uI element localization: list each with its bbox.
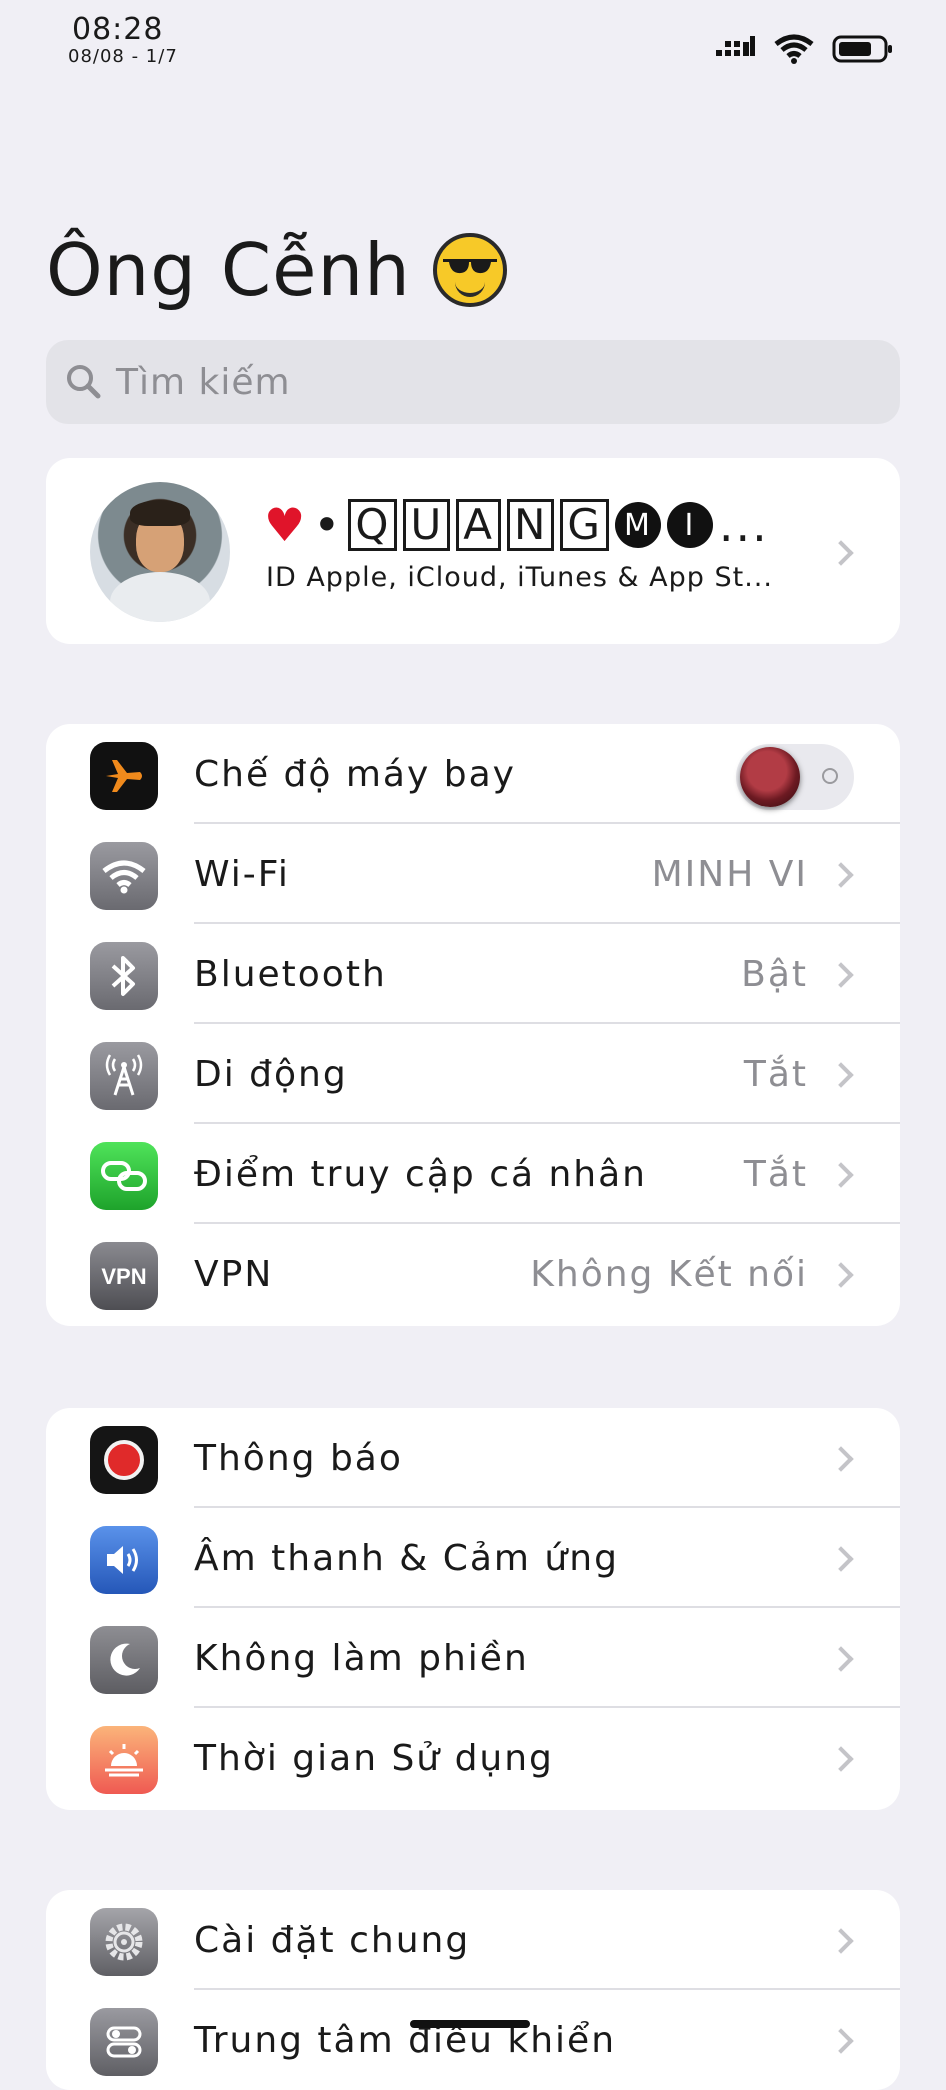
notifications-icon xyxy=(90,1426,158,1494)
page-title-text: Ông Cễnh xyxy=(46,228,411,312)
avatar xyxy=(90,482,230,622)
vpn-icon: VPN xyxy=(90,1242,158,1310)
status-bar: 08:28 08/08 - 1/7 xyxy=(0,0,946,80)
profile-subtitle: ID Apple, iCloud, iTunes & App St... xyxy=(266,562,773,593)
general-group: Cài đặt chung Trung tâm điều khiển xyxy=(46,1890,900,2090)
profile-name-letter: Q xyxy=(348,499,398,551)
chevron-right-icon xyxy=(828,862,854,888)
profile-name: ♥ • Q U A N G M I ... xyxy=(264,498,769,552)
status-icons xyxy=(716,34,894,64)
settings-row-label: Wi-Fi xyxy=(194,854,290,895)
toggle-off-indicator xyxy=(822,768,838,784)
settings-row-value: Bật xyxy=(741,954,808,995)
settings-row-do-not-disturb[interactable]: Không làm phiền xyxy=(46,1608,900,1708)
chevron-right-icon xyxy=(828,1262,854,1288)
chevron-right-icon xyxy=(828,1162,854,1188)
settings-row-value: Không Kết nối xyxy=(530,1254,808,1295)
connectivity-group: Chế độ máy bay Wi-Fi MINH VI Bluetooth B… xyxy=(46,724,900,1326)
screen-time-icon xyxy=(90,1726,158,1794)
chevron-right-icon xyxy=(828,1928,854,1954)
settings-row-label: Bluetooth xyxy=(194,954,387,995)
settings-row-cellular[interactable]: Di động Tắt xyxy=(46,1024,900,1124)
profile-name-suffix: ... xyxy=(718,498,769,552)
profile-name-letter: G xyxy=(560,499,609,551)
profile-name-letter: A xyxy=(456,499,501,551)
settings-row-notifications[interactable]: Thông báo xyxy=(46,1408,900,1508)
settings-row-value: Tắt xyxy=(743,1054,808,1095)
settings-row-label: Không làm phiền xyxy=(194,1638,529,1679)
settings-row-general[interactable]: Cài đặt chung xyxy=(46,1890,900,1990)
settings-row-personal-hotspot[interactable]: Điểm truy cập cá nhân Tắt xyxy=(46,1124,900,1224)
settings-row-wifi[interactable]: Wi-Fi MINH VI xyxy=(46,824,900,924)
wifi-icon xyxy=(90,842,158,910)
page-title: Ông Cễnh xyxy=(46,228,507,312)
cellular-icon xyxy=(90,1042,158,1110)
settings-row-label: Thời gian Sử dụng xyxy=(194,1738,554,1779)
status-time: 08:28 xyxy=(72,12,164,47)
settings-row-label: Chế độ máy bay xyxy=(194,754,516,795)
settings-row-label: Di động xyxy=(194,1054,348,1095)
settings-row-value: Tắt xyxy=(743,1154,808,1195)
search-icon xyxy=(67,365,101,399)
profile-name-letter: I xyxy=(666,502,713,548)
search-placeholder: Tìm kiếm xyxy=(116,361,291,403)
settings-row-label: Điểm truy cập cá nhân xyxy=(194,1154,647,1195)
settings-row-label: Trung tâm điều khiển xyxy=(194,2020,617,2061)
chevron-right-icon xyxy=(828,540,854,566)
settings-row-screen-time[interactable]: Thời gian Sử dụng xyxy=(46,1708,900,1808)
home-indicator[interactable] xyxy=(410,2020,530,2028)
sound-icon xyxy=(90,1526,158,1594)
chevron-right-icon xyxy=(828,1062,854,1088)
settings-row-sounds-haptics[interactable]: Âm thanh & Cảm ứng xyxy=(46,1508,900,1608)
battery-icon xyxy=(832,35,892,63)
profile-name-letter: N xyxy=(506,499,555,551)
settings-row-label: Âm thanh & Cảm ứng xyxy=(194,1538,619,1579)
wifi-status-icon xyxy=(774,34,814,64)
airplane-mode-toggle[interactable] xyxy=(736,744,854,810)
heart-icon: ♥ xyxy=(264,498,308,552)
settings-row-label: VPN xyxy=(194,1254,274,1295)
profile-name-prefix: • xyxy=(313,498,343,552)
settings-row-label: Thông báo xyxy=(194,1438,403,1479)
profile-name-letter: M xyxy=(614,502,661,548)
search-input[interactable]: Tìm kiếm xyxy=(46,340,900,424)
settings-row-value: MINH VI xyxy=(651,854,808,895)
settings-row-label: Cài đặt chung xyxy=(194,1920,471,1961)
control-center-icon xyxy=(90,2008,158,2076)
hotspot-icon xyxy=(90,1142,158,1210)
apple-id-profile-card[interactable]: ♥ • Q U A N G M I ... ID Apple, iCloud, … xyxy=(46,458,900,644)
chevron-right-icon xyxy=(828,1546,854,1572)
gear-icon xyxy=(90,1908,158,1976)
sunglasses-emoji-icon xyxy=(432,233,507,307)
chevron-right-icon xyxy=(828,1446,854,1472)
profile-name-letter: U xyxy=(403,499,451,551)
svg-text:VPN: VPN xyxy=(101,1264,146,1289)
settings-row-airplane-mode[interactable]: Chế độ máy bay xyxy=(46,724,900,824)
settings-row-bluetooth[interactable]: Bluetooth Bật xyxy=(46,924,900,1024)
airplane-icon xyxy=(90,742,158,810)
notifications-group: Thông báo Âm thanh & Cảm ứng Không làm p… xyxy=(46,1408,900,1810)
moon-icon xyxy=(90,1626,158,1694)
settings-row-vpn[interactable]: VPN VPN Không Kết nối xyxy=(46,1224,900,1324)
bluetooth-icon xyxy=(90,942,158,1010)
settings-row-control-center[interactable]: Trung tâm điều khiển xyxy=(46,1990,900,2090)
toggle-knob xyxy=(740,747,800,807)
signal-icon xyxy=(716,36,755,56)
chevron-right-icon xyxy=(828,2028,854,2054)
chevron-right-icon xyxy=(828,1646,854,1672)
chevron-right-icon xyxy=(828,1746,854,1772)
chevron-right-icon xyxy=(828,962,854,988)
status-date: 08/08 - 1/7 xyxy=(68,46,178,67)
